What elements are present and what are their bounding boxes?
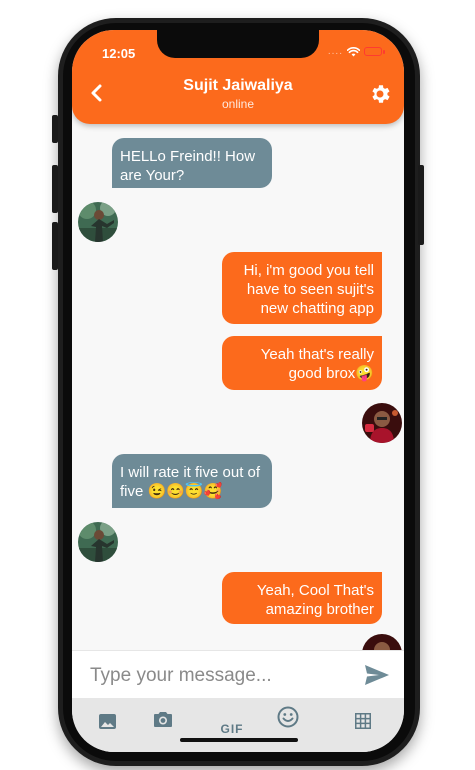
home-indicator [180, 738, 298, 742]
status-icons: .... [327, 46, 385, 57]
message-bubble-incoming[interactable]: I will rate it five out of five 😉😊😇🥰 [112, 454, 272, 508]
power-button [418, 165, 424, 245]
message-composer [72, 650, 404, 699]
emoji-icon[interactable] [275, 704, 301, 730]
grid-icon[interactable] [350, 708, 376, 734]
message-bubble-incoming[interactable]: HELLo Freind!! How are Your? [112, 138, 272, 188]
message-list[interactable]: HELLo Freind!! How are Your? Hi, i'm goo… [72, 124, 404, 650]
message-bubble-outgoing[interactable]: Yeah, Cool That's amazing brother [222, 572, 382, 624]
signal-icon: .... [327, 46, 343, 57]
battery-low-icon [364, 47, 385, 56]
contact-name: Sujit Jaiwaliya [183, 77, 293, 94]
status-time: 12:05 [102, 46, 136, 61]
avatar-contact[interactable] [78, 202, 118, 242]
wifi-icon [347, 46, 360, 56]
notch [157, 30, 319, 58]
phone-screen: 12:05 .... Sujit Jaiwaliya online HELLo … [72, 30, 404, 752]
attachment-toolbar: GIF [72, 698, 404, 752]
volume-up-button [52, 165, 58, 213]
contact-status: online [221, 97, 255, 111]
chevron-left-icon[interactable] [86, 80, 108, 106]
avatar-user[interactable] [362, 403, 402, 443]
message-bubble-outgoing[interactable]: Hi, i'm good you tell have to seen sujit… [222, 252, 382, 324]
message-input[interactable] [88, 661, 354, 691]
message-bubble-outgoing[interactable]: Yeah that's really good brox🤪 [222, 336, 382, 390]
mute-switch [52, 115, 58, 143]
chat-app-bar: 12:05 .... Sujit Jaiwaliya online [72, 30, 404, 124]
send-icon[interactable] [364, 664, 390, 686]
gif-label: GIF [220, 722, 244, 736]
camera-icon[interactable] [150, 706, 176, 732]
gear-icon[interactable] [368, 82, 392, 106]
image-icon[interactable] [94, 708, 120, 734]
volume-down-button [52, 222, 58, 270]
avatar-contact[interactable] [78, 522, 118, 562]
chat-title[interactable]: Sujit Jaiwaliya online [132, 77, 344, 111]
avatar-user[interactable] [362, 634, 402, 650]
